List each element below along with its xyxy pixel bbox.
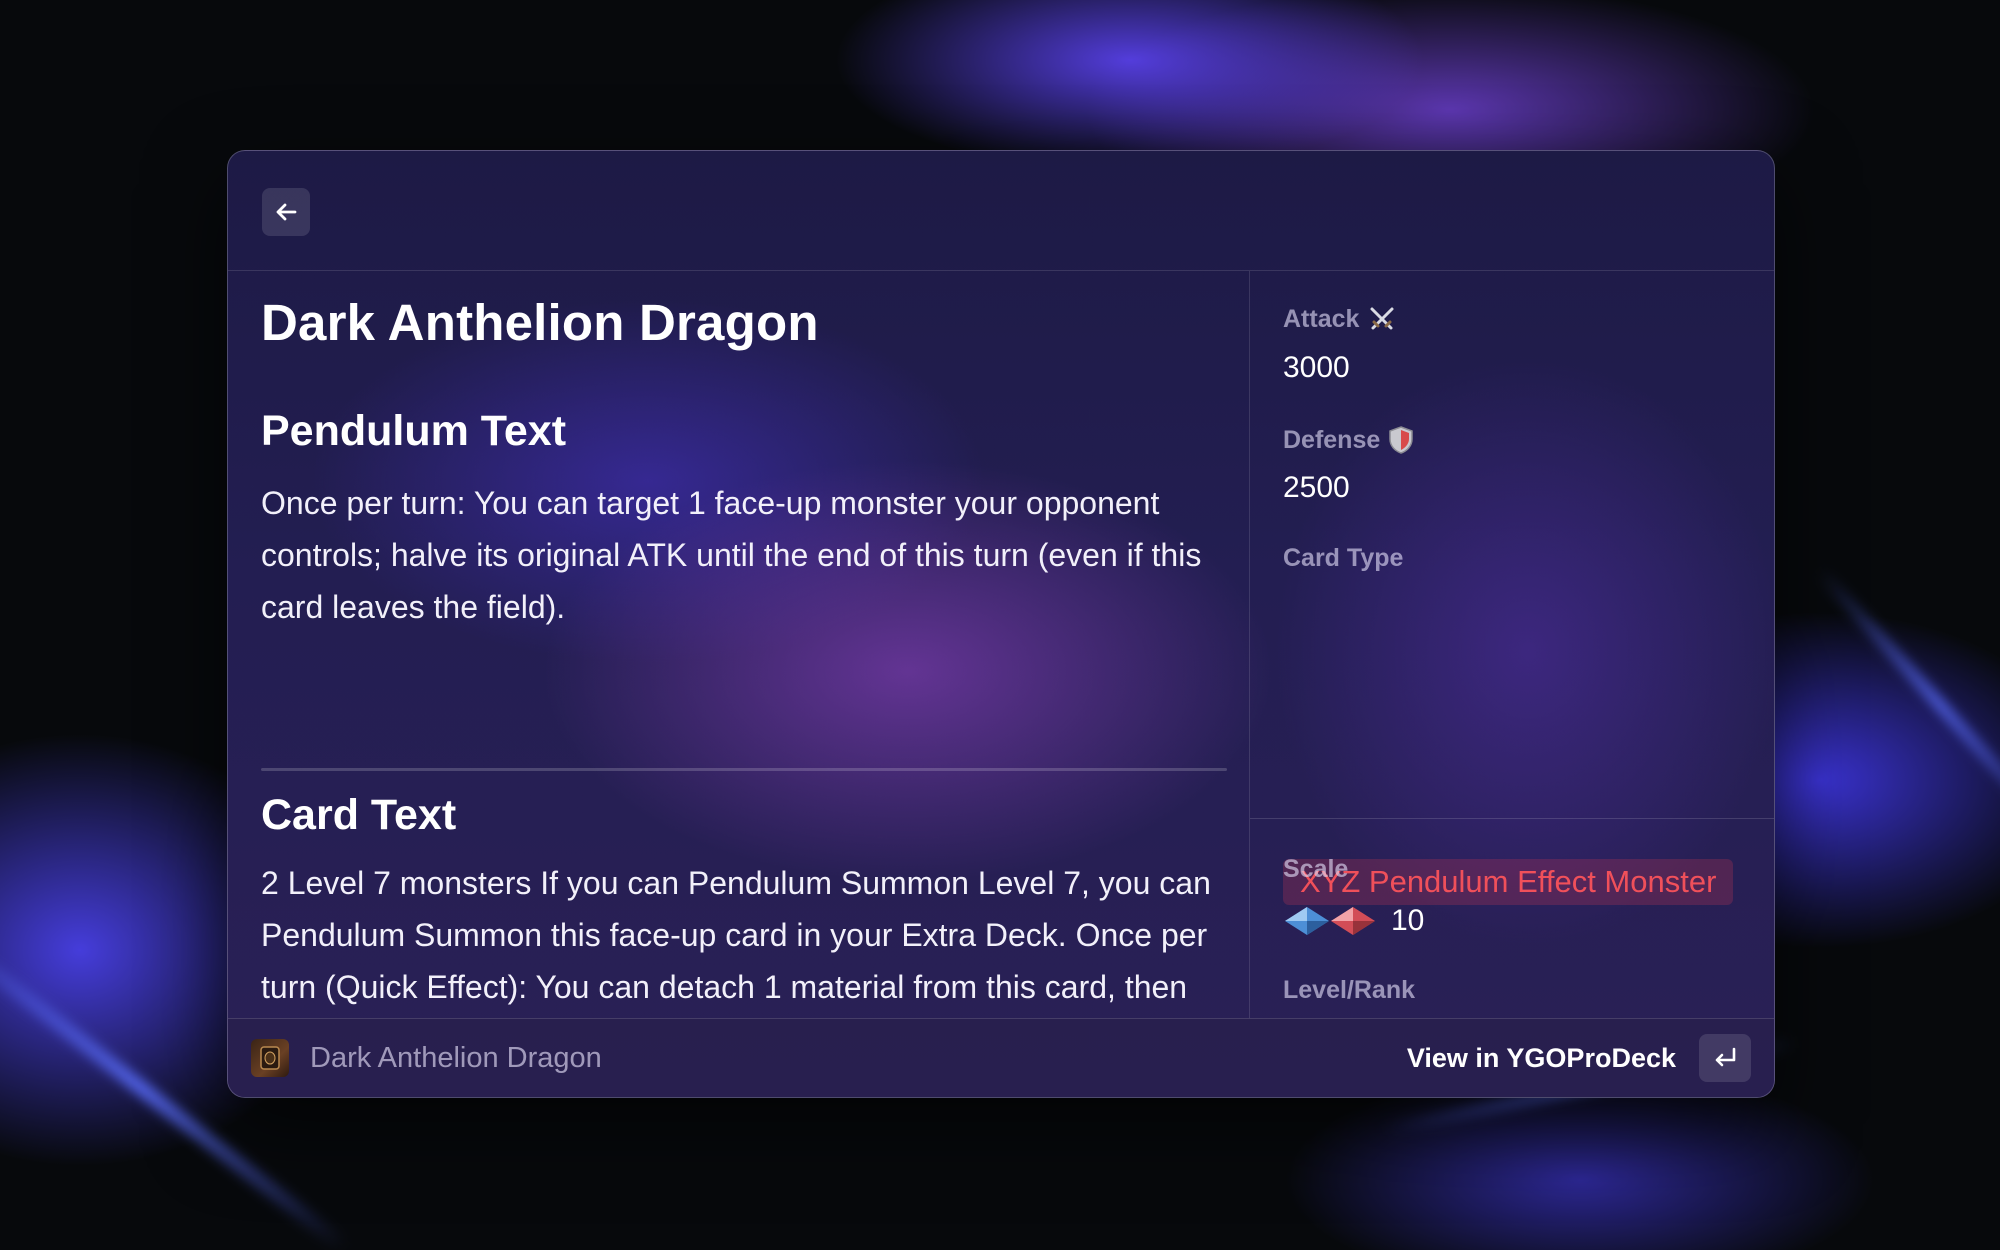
attack-value: 3000 — [1283, 351, 1350, 384]
card-text-heading: Card Text — [261, 791, 457, 839]
window-toolbar — [228, 151, 1774, 271]
pendulum-text-body: Once per turn: You can target 1 face-up … — [261, 485, 1202, 625]
pendulum-text-heading: Pendulum Text — [261, 407, 567, 455]
card-metadata-panel[interactable]: Attack 3000 Defense 2500 Card Type XYZ P… — [1250, 271, 1774, 1019]
enter-key-button[interactable] — [1699, 1034, 1751, 1082]
enter-key-icon — [1715, 1047, 1736, 1067]
pendulum-scale-icon — [1285, 907, 1375, 935]
defense-label-text: Defense — [1283, 425, 1381, 454]
attack-label: Attack — [1283, 304, 1397, 334]
defense-value: 2500 — [1283, 471, 1350, 504]
card-back-icon — [260, 1046, 280, 1070]
action-bar: Dark Anthelion Dragon View in YGOProDeck — [228, 1018, 1774, 1097]
back-button[interactable] — [262, 188, 310, 236]
level-rank-label: Level/Rank — [1283, 976, 1416, 1004]
defense-label: Defense — [1283, 425, 1414, 455]
sidebar-divider — [1250, 818, 1774, 819]
card-title: Dark Anthelion Dragon — [261, 294, 819, 351]
scale-row: 10 — [1283, 901, 1424, 941]
card-thumbnail-icon — [251, 1039, 289, 1077]
footer-card-name: Dark Anthelion Dragon — [310, 1042, 602, 1074]
card-detail-window: Dark Anthelion Dragon Pendulum Text Once… — [227, 150, 1775, 1098]
arrow-left-icon — [276, 203, 297, 221]
shield-icon — [1389, 426, 1414, 454]
crossed-swords-icon — [1370, 307, 1394, 330]
card-text-body: 2 Level 7 monsters If you can Pendulum S… — [261, 865, 1211, 1005]
section-divider — [261, 768, 1227, 771]
scale-label: Scale — [1283, 855, 1349, 883]
card-detail-content[interactable]: Dark Anthelion Dragon Pendulum Text Once… — [228, 271, 1250, 1019]
card-type-label: Card Type — [1283, 544, 1404, 572]
view-in-ygoprodeck-action[interactable]: View in YGOProDeck — [1407, 1019, 1676, 1097]
scale-value: 10 — [1391, 904, 1425, 937]
card-type-badge: XYZ Pendulum Effect Monster — [1283, 859, 1734, 905]
wallpaper-streak — [1815, 567, 2000, 843]
attack-label-text: Attack — [1283, 304, 1360, 333]
